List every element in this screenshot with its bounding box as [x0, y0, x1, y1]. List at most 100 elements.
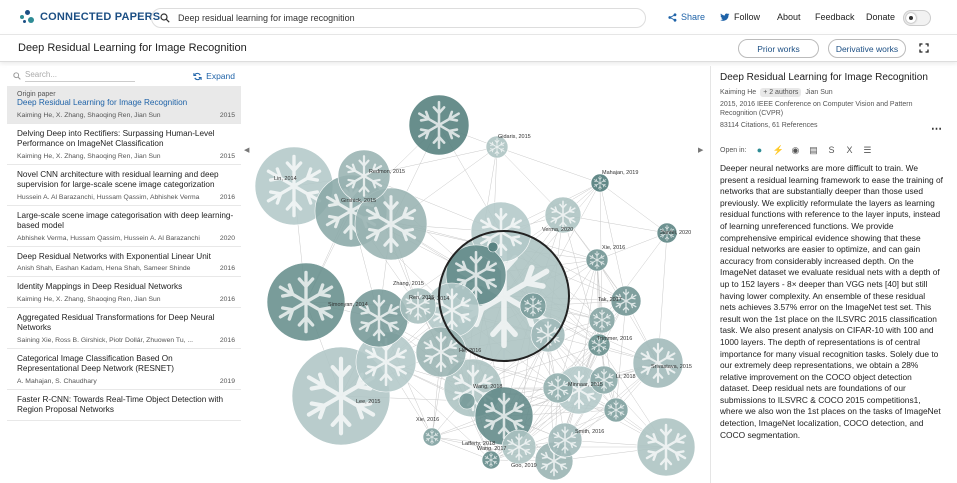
list-item-title: Aggregated Residual Transformations for … [17, 312, 215, 333]
author-link[interactable]: Jian Sun [805, 89, 832, 96]
node-label: Verma, 2020 [542, 227, 573, 233]
similarity-graph[interactable]: Gidaris, 2015 Mahajan, 2019 Lin, 2014 Redmo… [241, 66, 710, 483]
citation-count: 83114 Citations, 61 References [720, 122, 818, 129]
paper-node[interactable] [636, 417, 696, 477]
graph-title: Deep Residual Learning for Image Recogni… [18, 42, 247, 54]
share-label: Share [681, 12, 706, 22]
share-icon [668, 12, 677, 22]
paper-node[interactable] [408, 94, 470, 156]
citation-row: 83114 Citations, 61 References ⋯ [720, 122, 943, 135]
arxiv-icon[interactable]: X [844, 145, 854, 155]
list-item[interactable]: Categorical Image Classification Based O… [7, 349, 241, 390]
paper-node[interactable] [487, 241, 499, 253]
node-label: Li, 2018 [616, 374, 636, 380]
paper-node[interactable] [501, 429, 537, 465]
list-search-input[interactable]: Search... [25, 70, 135, 82]
node-label: Jianfei, 2020 [660, 230, 691, 236]
paper-node[interactable] [632, 337, 684, 389]
paper-node-circle[interactable] [487, 241, 499, 253]
search-icon [13, 72, 21, 80]
paper-node[interactable] [603, 397, 629, 423]
list-item[interactable]: Large-scale scene image categorisation w… [7, 206, 241, 247]
paper-node[interactable] [590, 173, 610, 193]
node-label: Zhang, 2015 [393, 281, 424, 287]
list-item[interactable]: Identity Mappings in Deep Residual Netwo… [7, 277, 241, 308]
graph-nodes[interactable] [254, 94, 696, 481]
author-link[interactable]: Kaiming He [720, 89, 756, 96]
paper-node[interactable] [349, 288, 409, 348]
node-label: Wang, 2018 [473, 384, 502, 390]
brand-logo[interactable]: CONNECTED PAPERS [20, 10, 160, 24]
paper-node[interactable] [399, 287, 437, 325]
node-label: Lee, 2015 [356, 399, 380, 405]
paper-node[interactable] [585, 248, 609, 272]
fullscreen-icon[interactable] [919, 43, 929, 53]
more-authors-chip[interactable]: + 2 authors [760, 88, 802, 97]
pubmed-icon[interactable]: ◉ [790, 145, 800, 155]
list-item[interactable]: Deep Residual Networks with Exponential … [7, 247, 241, 277]
list-item[interactable]: Delving Deep into Rectifiers: Surpassing… [7, 124, 241, 165]
node-label: Gidaris, 2015 [498, 134, 531, 140]
paper-node[interactable] [422, 427, 442, 447]
paper-node[interactable] [519, 292, 547, 320]
pdf-icon[interactable]: ▤ [808, 145, 818, 155]
share-link[interactable]: Share [668, 12, 705, 22]
derivative-works-button[interactable]: Derivative works [828, 39, 906, 58]
graph-canvas[interactable]: ◀ ▶ Gidaris, 2015 Mahajan, 2019 Lin, 2014 R… [241, 66, 710, 483]
node-label: Tak, 2017 [598, 297, 622, 303]
paper-node[interactable] [589, 365, 619, 395]
paper-node[interactable] [337, 149, 391, 203]
list-item-year: 2019 [219, 377, 235, 385]
paper-node[interactable] [530, 317, 566, 353]
theme-toggle[interactable] [903, 10, 931, 26]
node-label: Mahajan, 2019 [602, 170, 638, 176]
node-label: Lin, 2014 [274, 176, 297, 182]
about-link[interactable]: About [777, 12, 801, 22]
search-value: Deep residual learning for image recogni… [178, 13, 355, 23]
paper-node[interactable] [458, 392, 476, 410]
node-label: Trimmer, 2016 [597, 336, 632, 342]
list-item-authors: Kaiming He, X. Zhang, Shaoqing Ren, Jian… [17, 111, 161, 119]
node-label: Xie, 2016 [602, 245, 625, 251]
paper-node-circle[interactable] [458, 392, 476, 410]
node-label: Girshick, 2015 [341, 198, 376, 204]
list-item[interactable]: Origin paper Deep Residual Learning for … [7, 86, 241, 124]
prior-works-button[interactable]: Prior works [738, 39, 819, 58]
list-item-title: Deep Residual Networks with Exponential … [17, 251, 211, 261]
list-item-authors: A. Mahajan, S. Chaudhary [17, 377, 97, 385]
list-item-authors: Anish Shah, Eashan Kadam, Hena Shah, Sam… [17, 265, 191, 272]
node-label: He, 2014 [427, 296, 449, 302]
paper-node[interactable] [588, 306, 616, 334]
paper-authors: Kaiming He + 2 authors Jian Sun [720, 88, 943, 97]
paper-node[interactable] [542, 372, 574, 404]
dblp-icon[interactable]: ☰ [862, 145, 872, 155]
node-label: Goo, 2019 [511, 463, 537, 469]
list-item-authors: Hussein A. Al Barazanchi, Hussam Qassim,… [17, 193, 200, 201]
search-input[interactable]: Deep residual learning for image recogni… [151, 8, 646, 28]
follow-link[interactable]: Follow [720, 12, 760, 22]
feedback-link[interactable]: Feedback [815, 12, 855, 22]
more-options-icon[interactable]: ⋯ [931, 122, 943, 135]
origin-label: Origin paper [17, 91, 56, 98]
paper-title[interactable]: Deep Residual Learning for Image Recogni… [720, 72, 943, 83]
node-label: Redmon, 2015 [369, 169, 405, 175]
paper-node[interactable] [481, 450, 501, 470]
list-item-title: Faster R-CNN: Towards Real-Time Object D… [17, 394, 224, 415]
refresh-icon [193, 72, 202, 80]
expand-label: Expand [206, 71, 235, 81]
list-item-year: 2015 [219, 111, 235, 119]
node-label: Minnaar, 2015 [568, 382, 603, 388]
semantic-scholar-icon[interactable]: ⚡ [772, 145, 783, 155]
node-label: Xie, 2016 [416, 417, 439, 423]
donate-link[interactable]: Donate [866, 12, 895, 22]
list-item[interactable]: Aggregated Residual Transformations for … [7, 308, 241, 349]
paper-details-panel: Deep Residual Learning for Image Recogni… [710, 66, 957, 483]
node-label: Smith, 2016 [575, 429, 604, 435]
brand-name: CONNECTED PAPERS [40, 11, 161, 23]
list-item[interactable]: Novel CNN architecture with residual lea… [7, 165, 241, 206]
expand-button[interactable]: Expand [193, 71, 235, 81]
list-item[interactable]: Faster R-CNN: Towards Real-Time Object D… [7, 390, 241, 421]
follow-label: Follow [734, 12, 761, 22]
google-scholar-icon[interactable]: S [826, 145, 836, 155]
connected-papers-icon[interactable]: ● [754, 145, 764, 155]
